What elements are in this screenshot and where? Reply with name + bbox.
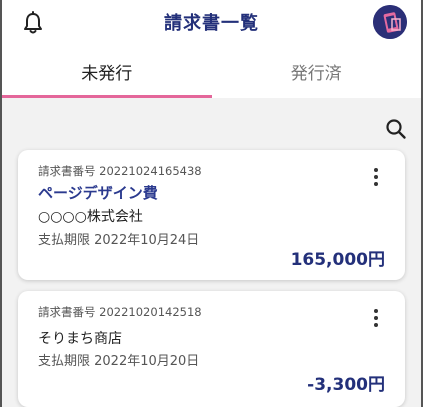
bell-icon[interactable]: [22, 11, 44, 35]
page-title: 請求書一覧: [164, 13, 259, 34]
avatar-illustration: [373, 5, 407, 39]
invoice-client: そりまち商店: [38, 331, 122, 347]
invoice-due-date: 支払期限 2022年10月24日: [38, 233, 200, 248]
invoice-number: 請求書番号 20221020142518: [38, 305, 202, 319]
invoice-amount: 165,000円: [290, 250, 385, 270]
invoice-card[interactable]: 請求書番号 20221024165438 ページデザイン費 ○○○○株式会社 支…: [18, 150, 405, 280]
avatar[interactable]: [373, 5, 407, 39]
invoice-amount: -3,300円: [307, 375, 385, 395]
tab-issued[interactable]: 発行済: [212, 44, 422, 98]
invoice-card[interactable]: 請求書番号 20221020142518 そりまち商店 支払期限 2022年10…: [18, 291, 405, 407]
invoice-client: ○○○○株式会社: [38, 209, 143, 225]
search-icon[interactable]: [385, 118, 407, 140]
tab-unissued[interactable]: 未発行: [2, 44, 212, 98]
app-header: 請求書一覧: [2, 0, 421, 44]
kebab-menu-icon[interactable]: [373, 309, 379, 327]
invoice-due-date: 支払期限 2022年10月20日: [38, 354, 200, 369]
kebab-menu-icon[interactable]: [373, 168, 379, 186]
invoice-number: 請求書番号 20221024165438: [38, 164, 202, 178]
invoice-title: ページデザイン費: [38, 184, 158, 202]
tab-bar: 未発行 発行済: [2, 44, 421, 98]
